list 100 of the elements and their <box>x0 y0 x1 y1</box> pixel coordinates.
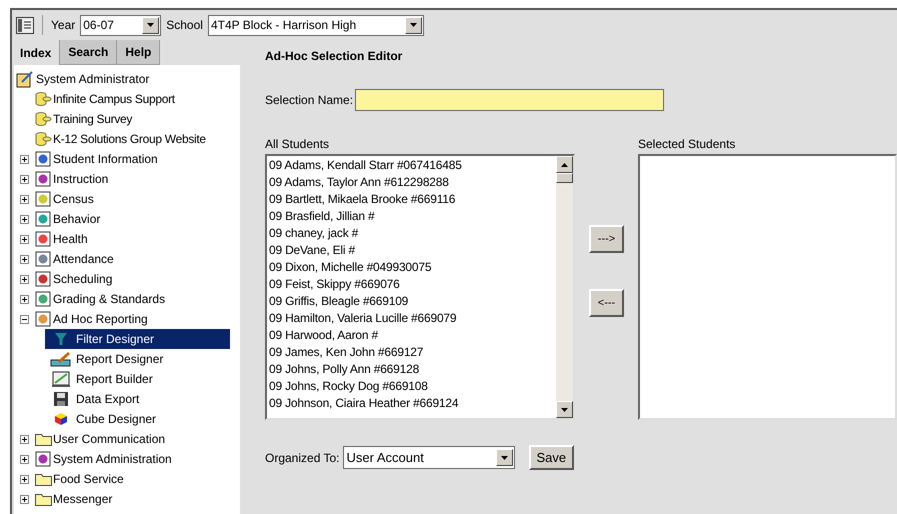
expand-toggle[interactable] <box>20 294 29 304</box>
report-icon <box>51 370 71 388</box>
minus-icon <box>22 316 27 322</box>
tree-item[interactable]: Filter Designer <box>45 329 230 349</box>
student-list-item[interactable]: 09 Bartlett, Mikaela Brooke #669116 <box>269 191 556 208</box>
dropdown-button[interactable] <box>142 16 160 34</box>
tree-item[interactable]: Training Survey <box>53 110 132 128</box>
expand-toggle[interactable] <box>20 454 29 464</box>
panel-toggle-icon[interactable] <box>16 16 34 34</box>
module-icon <box>35 251 52 267</box>
tree-item[interactable]: Instruction <box>53 170 108 188</box>
scrollbar[interactable] <box>556 156 573 418</box>
module-icon <box>35 151 52 167</box>
expand-toggle[interactable] <box>20 434 29 444</box>
student-list-item[interactable]: 09 Johns, Rocky Dog #669108 <box>269 378 556 395</box>
school-select[interactable]: 4T4P Block - Harrison High <box>208 14 424 36</box>
tree-item[interactable]: Messenger <box>53 490 112 508</box>
student-list-item[interactable]: 09 Adams, Taylor Ann #612298288 <box>269 174 556 191</box>
tree-item[interactable]: Health <box>53 230 88 248</box>
tree-item[interactable]: Data Export <box>45 389 230 409</box>
module-icon <box>35 451 52 467</box>
plus-icon <box>22 436 27 442</box>
student-list-item[interactable]: 09 Brasfield, Jillian # <box>269 208 556 225</box>
year-label: Year <box>51 17 76 34</box>
dropdown-button[interactable] <box>404 16 422 34</box>
down-arrow-icon <box>561 408 568 412</box>
student-list-item[interactable]: 09 Johnson, Ciaira Heather #669124 <box>269 395 556 412</box>
tree-item[interactable]: Report Designer <box>45 349 230 369</box>
tree-item[interactable]: Ad Hoc Reporting <box>53 310 148 328</box>
module-icon <box>35 171 52 187</box>
plus-icon <box>22 296 27 302</box>
module-icon <box>35 291 52 307</box>
student-list-item[interactable]: 09 DeVane, Eli # <box>269 242 556 259</box>
expand-toggle[interactable] <box>20 474 29 484</box>
expand-toggle[interactable] <box>20 194 29 204</box>
student-list-item[interactable]: 09 Johns, Polly Ann #669128 <box>269 361 556 378</box>
student-list-item[interactable]: 09 chaney, jack # <box>269 225 556 242</box>
selection-name-label: Selection Name: <box>265 92 354 109</box>
expand-toggle[interactable] <box>20 494 29 504</box>
caret-icon <box>147 23 154 27</box>
add-button[interactable]: ---> <box>589 225 624 253</box>
module-icon <box>35 271 52 287</box>
caret-icon <box>410 23 417 27</box>
tree-item[interactable]: Food Service <box>53 470 124 488</box>
plus-icon <box>22 216 27 222</box>
plus-icon <box>22 236 27 242</box>
module-icon <box>35 311 52 327</box>
tree-item[interactable]: Report Builder <box>45 369 230 389</box>
dropdown-button[interactable] <box>496 449 512 466</box>
folder-icon <box>35 432 52 446</box>
sidebar-tab[interactable]: Help <box>117 40 160 65</box>
scroll-up-button[interactable] <box>556 156 573 173</box>
tree-item[interactable]: Behavior <box>53 210 100 228</box>
all-students-label: All Students <box>265 136 330 153</box>
selected-students-label: Selected Students <box>638 136 736 153</box>
student-list-item[interactable]: 09 Feist, Skippy #669076 <box>269 276 556 293</box>
student-list-item[interactable]: 09 Dixon, Michelle #049930075 <box>269 259 556 276</box>
organized-to-label: Organized To: <box>265 450 340 466</box>
plus-icon <box>22 196 27 202</box>
student-list-item[interactable]: 09 Harwood, Aaron # <box>269 327 556 344</box>
plus-icon <box>22 256 27 262</box>
year-select[interactable]: 06-07 <box>80 14 162 36</box>
module-icon <box>35 231 52 247</box>
expand-toggle[interactable] <box>20 254 29 264</box>
student-list-item[interactable]: 09 Hamilton, Valeria Lucille #669079 <box>269 310 556 327</box>
student-list-item[interactable]: 09 James, Ken John #669127 <box>269 344 556 361</box>
tree-item[interactable]: Scheduling <box>53 270 112 288</box>
student-list-item[interactable]: 09 Adams, Kendall Starr #067416485 <box>269 157 556 174</box>
report-pen-icon <box>50 351 72 367</box>
tree-item[interactable]: User Communication <box>53 430 166 448</box>
plus-icon <box>22 156 27 162</box>
scroll-down-button[interactable] <box>556 401 573 418</box>
caret-icon <box>500 456 508 460</box>
expand-toggle[interactable] <box>20 234 29 244</box>
remove-button[interactable]: <--- <box>589 289 624 317</box>
organized-to-select[interactable]: User Account <box>342 446 514 469</box>
tree-item[interactable]: Cube Designer <box>45 409 230 429</box>
tree-item[interactable]: Infinite Campus Support <box>53 90 175 108</box>
tree-item[interactable]: Census <box>53 190 94 208</box>
expand-toggle[interactable] <box>20 214 29 224</box>
tree-item[interactable]: K-12 Solutions Group Website <box>53 130 206 148</box>
save-button[interactable]: Save <box>528 445 574 470</box>
up-arrow-icon <box>561 162 568 166</box>
plus-icon <box>22 496 27 502</box>
all-students-list[interactable] <box>265 154 575 420</box>
tree-item[interactable]: Student Information <box>53 150 158 168</box>
tree-item[interactable]: Attendance <box>53 250 114 268</box>
scroll-thumb[interactable] <box>556 173 573 183</box>
collapse-toggle[interactable] <box>20 314 29 324</box>
tree-item[interactable]: Grading & Standards <box>53 290 166 308</box>
tree-item[interactable]: System Administrator <box>36 70 150 88</box>
tree-item[interactable]: System Administration <box>53 450 172 468</box>
expand-toggle[interactable] <box>20 274 29 284</box>
editor-title: Ad-Hoc Selection Editor <box>265 48 404 65</box>
selection-name-field[interactable] <box>355 89 664 111</box>
expand-toggle[interactable] <box>20 154 29 164</box>
expand-toggle[interactable] <box>20 174 29 184</box>
admin-icon <box>16 70 34 88</box>
sidebar-tab[interactable]: Search <box>60 40 118 65</box>
student-list-item[interactable]: 09 Griffis, Bleagle #669109 <box>269 293 556 310</box>
